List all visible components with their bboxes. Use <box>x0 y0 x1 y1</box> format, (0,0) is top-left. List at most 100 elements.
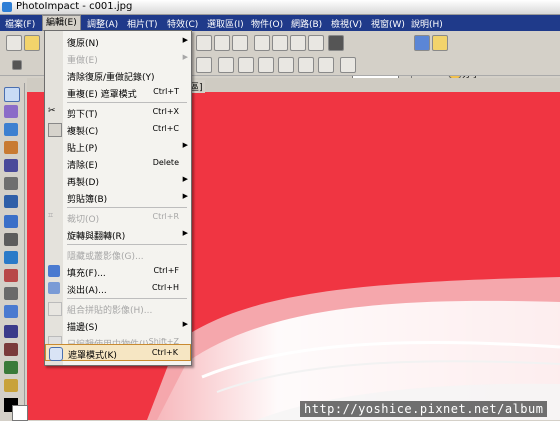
menu-item-label: 再製(D) <box>67 178 99 188</box>
menu-item-clipboard[interactable]: 剪貼簿(B) ▶ <box>45 189 191 206</box>
undo-icon[interactable] <box>272 35 288 51</box>
magic-wand-icon[interactable] <box>4 123 18 136</box>
crop-icon[interactable] <box>4 177 18 190</box>
menu-item-clear[interactable]: 清除(E) Delete <box>45 155 191 172</box>
submenu-arrow-icon: ▶ <box>182 320 188 328</box>
submenu-arrow-icon: ▶ <box>182 229 188 237</box>
menu-item-stitch[interactable]: 隱藏或叢影像(G)... <box>45 246 191 263</box>
menu-item-label: 遮罩模式(K) <box>68 351 117 361</box>
menu-item-shortcut: Ctrl+K <box>151 348 178 357</box>
folder-icon[interactable] <box>432 35 448 51</box>
menu-item-label: 描邊(S) <box>67 323 98 333</box>
transform-icon[interactable] <box>4 195 18 208</box>
text-icon[interactable] <box>4 159 18 172</box>
menu-item-shortcut: Ctrl+T <box>153 87 179 96</box>
menu-item-stroke[interactable]: 描邊(S) ▶ <box>45 317 191 334</box>
menu-item-combine-tiles[interactable]: 組合拼貼的影像(H)... <box>45 300 191 317</box>
menu-item-repeat[interactable]: 重複(E) 遮罩模式 Ctrl+T <box>45 84 191 101</box>
arrange-icon[interactable] <box>238 57 254 73</box>
edit-menu-dropdown: 復原(N) ▶ 重做(E) ▶ 清除復原/重做記錄(Y) 重複(E) 遮罩模式 … <box>44 30 192 366</box>
menu-item-undo[interactable]: 復原(N) ▶ <box>45 33 191 50</box>
window-title: PhotoImpact - c001.jpg <box>16 1 133 12</box>
zoom-icon[interactable] <box>4 325 18 338</box>
submenu-arrow-icon: ▶ <box>182 141 188 149</box>
menu-item-clear-history[interactable]: 清除復原/重做記錄(Y) <box>45 67 191 84</box>
export-icon[interactable] <box>414 35 430 51</box>
pick-tool-icon[interactable] <box>4 87 20 102</box>
scanner-icon[interactable] <box>214 35 230 51</box>
menu-item-label: 清除(E) <box>67 161 98 171</box>
menu-help[interactable]: 說明(H) <box>408 17 446 30</box>
background-color-swatch[interactable] <box>12 405 28 421</box>
print-icon[interactable] <box>232 35 248 51</box>
menu-separator <box>67 102 187 103</box>
menu-edit[interactable]: 編輯(E) <box>42 15 81 31</box>
menu-item-shortcut: Ctrl+X <box>152 107 179 116</box>
fill-bucket-icon <box>48 265 60 277</box>
menu-item-cut[interactable]: ✂ 剪下(T) Ctrl+X <box>45 104 191 121</box>
retouch-icon[interactable] <box>4 269 18 282</box>
arrange-icon[interactable] <box>218 57 234 73</box>
menu-item-crop[interactable]: ⌗ 裁切(O) Ctrl+R <box>45 209 191 226</box>
menu-view[interactable]: 檢視(V) <box>328 17 365 30</box>
menu-selection[interactable]: 選取區(I) <box>204 17 247 30</box>
menu-web[interactable]: 網路(B) <box>288 17 325 30</box>
menu-item-fade[interactable]: 淡出(A)... Ctrl+H <box>45 280 191 297</box>
menu-item-label: 復原(N) <box>67 39 99 49</box>
menu-object[interactable]: 物件(O) <box>248 17 286 30</box>
color-panel <box>0 395 44 421</box>
move-icon[interactable] <box>298 57 314 73</box>
object-icon[interactable] <box>308 35 324 51</box>
clone-icon[interactable] <box>4 251 18 264</box>
menu-item-label: 重複(E) 遮罩模式 <box>67 90 137 100</box>
menu-adjust[interactable]: 調整(A) <box>84 17 121 30</box>
menu-window[interactable]: 視窗(W) <box>368 17 408 30</box>
tile-icon <box>48 302 62 316</box>
move-icon[interactable] <box>318 57 334 73</box>
eyedropper-icon[interactable] <box>4 343 18 356</box>
color-swatch-icon[interactable] <box>12 60 22 70</box>
menu-effects[interactable]: 特效(C) <box>164 17 201 30</box>
menu-item-label: 貼上(P) <box>67 144 98 154</box>
menu-item-label: 裁切(O) <box>67 215 100 225</box>
pan-icon[interactable] <box>4 379 18 392</box>
menu-separator <box>67 207 187 208</box>
menu-item-duplicate[interactable]: 再製(D) ▶ <box>45 172 191 189</box>
lasso-icon[interactable] <box>4 105 18 118</box>
open-folder-icon[interactable] <box>24 35 40 51</box>
menu-item-label: 旋轉與翻轉(R) <box>67 232 126 242</box>
eraser-icon[interactable] <box>4 287 18 300</box>
menu-item-shortcut: Delete <box>152 158 179 167</box>
cut-icon[interactable] <box>196 35 212 51</box>
align-icon[interactable] <box>196 57 212 73</box>
menu-item-label: 填充(F)... <box>67 269 106 279</box>
menu-item-rotate-flip[interactable]: 旋轉與翻轉(R) ▶ <box>45 226 191 243</box>
fill-icon[interactable] <box>4 305 18 318</box>
scissors-icon: ✂ <box>48 106 56 116</box>
crop-icon: ⌗ <box>48 211 54 221</box>
watermark: http://yoshice.pixnet.net/album <box>300 401 548 417</box>
app-icon <box>2 2 12 12</box>
menu-item-fill[interactable]: 填充(F)... Ctrl+F <box>45 263 191 280</box>
brush-icon[interactable] <box>4 233 18 246</box>
move-icon[interactable] <box>278 57 294 73</box>
bucket-icon[interactable] <box>4 141 18 154</box>
menu-item-redo[interactable]: 重做(E) ▶ <box>45 50 191 67</box>
submenu-arrow-icon: ▶ <box>182 192 188 200</box>
path-icon[interactable] <box>4 361 18 374</box>
color-swatch-icon[interactable] <box>328 35 344 51</box>
distribute-icon[interactable] <box>340 57 356 73</box>
menu-item-paste[interactable]: 貼上(P) ▶ <box>45 138 191 155</box>
menu-item-copy[interactable]: 複製(C) Ctrl+C <box>45 121 191 138</box>
shape-icon[interactable] <box>4 215 18 228</box>
new-file-icon[interactable] <box>6 35 22 51</box>
menu-file[interactable]: 檔案(F) <box>2 17 38 30</box>
copy-icon[interactable] <box>254 35 270 51</box>
menu-item-mask-mode[interactable]: 遮罩模式(K) Ctrl+K <box>45 344 191 361</box>
redo-icon[interactable] <box>290 35 306 51</box>
submenu-arrow-icon: ▶ <box>182 53 188 61</box>
menu-photo[interactable]: 相片(T) <box>124 17 161 30</box>
submenu-arrow-icon: ▶ <box>182 175 188 183</box>
arrange-icon[interactable] <box>258 57 274 73</box>
menu-item-label: 淡出(A)... <box>67 286 107 296</box>
